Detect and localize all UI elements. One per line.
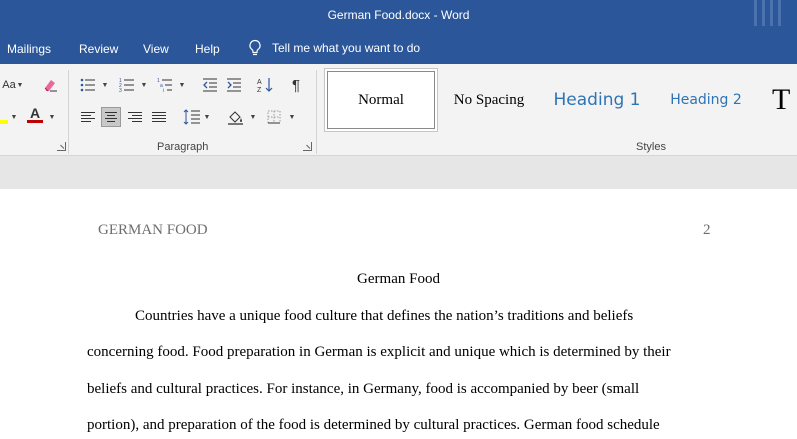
tab-help[interactable]: Help bbox=[195, 42, 220, 56]
align-left-icon[interactable] bbox=[78, 107, 98, 127]
justify-icon[interactable] bbox=[149, 107, 169, 127]
show-formatting-marks-icon[interactable]: ¶ bbox=[286, 75, 306, 95]
page-number: 2 bbox=[703, 222, 711, 238]
paragraph-dialog-launcher-icon[interactable] bbox=[303, 142, 312, 151]
font-color-dropdown[interactable]: ▼ bbox=[48, 112, 56, 122]
sort-icon[interactable]: AZ bbox=[255, 75, 275, 95]
svg-text:i: i bbox=[163, 88, 164, 92]
font-color-label: A bbox=[29, 105, 41, 121]
line-spacing-icon[interactable] bbox=[182, 107, 202, 127]
change-case-dropdown[interactable]: ▼ bbox=[16, 80, 24, 90]
document-page[interactable]: GERMAN FOOD 2 German Food Countries have… bbox=[0, 189, 797, 439]
ribbon: Aa ▼ ▼ A ▼ ▼ 123 ▼ 1ai ▼ AZ ¶ ▼ ▼ ▼ Para… bbox=[0, 64, 797, 156]
styles-group-label: Styles bbox=[636, 141, 666, 153]
body-line: portion), and preparation of the food is… bbox=[87, 417, 660, 433]
style-no-spacing[interactable]: No Spacing bbox=[440, 71, 538, 129]
clear-formatting-icon[interactable] bbox=[40, 75, 60, 95]
line-spacing-dropdown[interactable]: ▼ bbox=[203, 112, 211, 122]
window-title: German Food.docx - Word bbox=[327, 8, 470, 22]
font-dialog-launcher-icon[interactable] bbox=[57, 142, 66, 151]
svg-text:A: A bbox=[257, 79, 262, 86]
style-title[interactable]: T bbox=[772, 71, 797, 129]
ruler-area bbox=[0, 156, 797, 189]
style-heading-1[interactable]: Heading 1 bbox=[546, 71, 648, 129]
tab-review[interactable]: Review bbox=[79, 42, 118, 56]
paragraph-group-label: Paragraph bbox=[157, 141, 209, 153]
decrease-indent-icon[interactable] bbox=[200, 75, 220, 95]
group-separator bbox=[68, 70, 69, 154]
svg-text:Z: Z bbox=[257, 87, 262, 93]
ribbon-tabs: Mailings Review View Help Tell me what y… bbox=[0, 34, 797, 64]
title-bar: German Food.docx - Word bbox=[0, 0, 797, 34]
multilevel-list-dropdown[interactable]: ▼ bbox=[178, 80, 186, 90]
highlight-dropdown[interactable]: ▼ bbox=[10, 112, 18, 122]
align-center-icon[interactable] bbox=[101, 107, 121, 127]
body-line: beliefs and cultural practices. For inst… bbox=[87, 381, 640, 397]
shading-icon[interactable] bbox=[226, 107, 246, 127]
tab-view[interactable]: View bbox=[143, 42, 169, 56]
borders-dropdown[interactable]: ▼ bbox=[288, 112, 296, 122]
bullets-icon[interactable] bbox=[78, 75, 98, 95]
shading-dropdown[interactable]: ▼ bbox=[249, 112, 257, 122]
group-separator bbox=[316, 70, 317, 154]
title-decoration bbox=[754, 0, 781, 26]
tell-me-box[interactable]: Tell me what you want to do bbox=[248, 39, 420, 57]
font-color-button[interactable]: A bbox=[25, 105, 45, 125]
document-title: German Food bbox=[357, 271, 440, 287]
style-normal[interactable]: Normal bbox=[325, 69, 437, 131]
align-right-icon[interactable] bbox=[125, 107, 145, 127]
increase-indent-icon[interactable] bbox=[224, 75, 244, 95]
body-line: concerning food. Food preparation in Ger… bbox=[87, 344, 671, 360]
svg-text:3: 3 bbox=[119, 88, 122, 92]
tab-mailings[interactable]: Mailings bbox=[7, 42, 51, 56]
numbering-icon[interactable]: 123 bbox=[117, 75, 137, 95]
body-line: Countries have a unique food culture tha… bbox=[135, 308, 634, 324]
multilevel-list-icon[interactable]: 1ai bbox=[155, 75, 175, 95]
bullets-dropdown[interactable]: ▼ bbox=[101, 80, 109, 90]
style-heading-2[interactable]: Heading 2 bbox=[660, 71, 752, 129]
highlight-color-icon[interactable] bbox=[0, 107, 8, 127]
borders-icon[interactable] bbox=[264, 107, 284, 127]
tell-me-text: Tell me what you want to do bbox=[272, 41, 421, 55]
running-header: GERMAN FOOD bbox=[98, 222, 208, 238]
numbering-dropdown[interactable]: ▼ bbox=[140, 80, 148, 90]
lightbulb-icon bbox=[249, 39, 261, 56]
